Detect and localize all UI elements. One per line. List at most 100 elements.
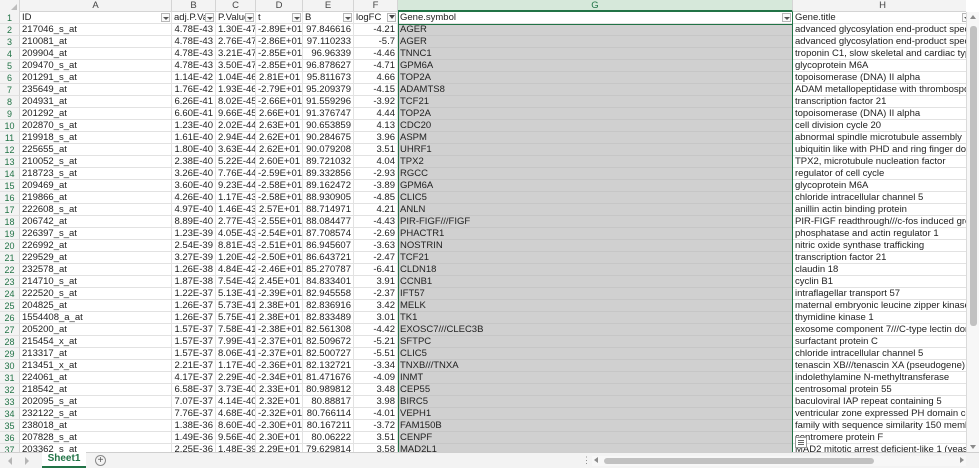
- cell-b[interactable]: 1.26E-37: [172, 300, 216, 312]
- cell-g[interactable]: UHRF1: [398, 144, 793, 156]
- cell-d[interactable]: -2.32E+01: [256, 408, 303, 420]
- cell-h[interactable]: regulator of cell cycle: [793, 168, 966, 180]
- cell-c[interactable]: 1.17E-40: [216, 360, 256, 372]
- cell-g[interactable]: NOSTRIN: [398, 240, 793, 252]
- cell-e[interactable]: 86.945607: [303, 240, 354, 252]
- cell-b[interactable]: 3.60E-40: [172, 180, 216, 192]
- row-number[interactable]: 22: [0, 264, 20, 276]
- cell-c[interactable]: 7.99E-41: [216, 336, 256, 348]
- cell-a[interactable]: 226992_at: [20, 240, 172, 252]
- cell-a[interactable]: 217046_s_at: [20, 24, 172, 36]
- cell-b[interactable]: 1.76E-42: [172, 84, 216, 96]
- cell-h[interactable]: anillin actin binding protein: [793, 204, 966, 216]
- cell-d[interactable]: -2.50E+01: [256, 252, 303, 264]
- cell-h[interactable]: glycoprotein M6A: [793, 60, 966, 72]
- cell-f[interactable]: -5.51: [354, 348, 398, 360]
- cell-f[interactable]: -3.92: [354, 96, 398, 108]
- row-number[interactable]: 26: [0, 312, 20, 324]
- cell-c[interactable]: 3.73E-40: [216, 384, 256, 396]
- cell-b[interactable]: 1.57E-37: [172, 348, 216, 360]
- cell-b[interactable]: 1.61E-40: [172, 132, 216, 144]
- cell-f[interactable]: 3.48: [354, 384, 398, 396]
- cell-g[interactable]: CENPF: [398, 432, 793, 444]
- row-number[interactable]: 30: [0, 360, 20, 372]
- cell-g[interactable]: VEPH1: [398, 408, 793, 420]
- cell-d[interactable]: 2.45E+01: [256, 276, 303, 288]
- cell-f[interactable]: -2.69: [354, 228, 398, 240]
- cell-a[interactable]: 222520_s_at: [20, 288, 172, 300]
- cell-b[interactable]: 4.78E-43: [172, 36, 216, 48]
- cell-f[interactable]: 3.42: [354, 300, 398, 312]
- cell-b[interactable]: 2.38E-40: [172, 156, 216, 168]
- cell-f[interactable]: -4.46: [354, 48, 398, 60]
- cell-f[interactable]: 3.91: [354, 276, 398, 288]
- cell-e[interactable]: 87.708574: [303, 228, 354, 240]
- cell-c[interactable]: 9.56E-40: [216, 432, 256, 444]
- cell-d[interactable]: -2.38E+01: [256, 324, 303, 336]
- next-sheet-icon[interactable]: [22, 456, 32, 466]
- row-number[interactable]: 12: [0, 144, 20, 156]
- cell-g[interactable]: ADAMTS8: [398, 84, 793, 96]
- row-number[interactable]: 25: [0, 300, 20, 312]
- scroll-down-icon[interactable]: [970, 445, 976, 449]
- cell-a[interactable]: 210081_at: [20, 36, 172, 48]
- cell-a[interactable]: 213317_at: [20, 348, 172, 360]
- cell-f[interactable]: 3.01: [354, 312, 398, 324]
- cell-g[interactable]: RGCC: [398, 168, 793, 180]
- cell-a[interactable]: 222608_s_at: [20, 204, 172, 216]
- cell-c[interactable]: 4.68E-40: [216, 408, 256, 420]
- cell-e[interactable]: 96.878627: [303, 60, 354, 72]
- cell-d[interactable]: 2.38E+01: [256, 312, 303, 324]
- cell-b[interactable]: 1.23E-39: [172, 228, 216, 240]
- cell-g[interactable]: CCNB1: [398, 276, 793, 288]
- cell-f[interactable]: -3.34: [354, 360, 398, 372]
- cell-h[interactable]: glycoprotein M6A: [793, 180, 966, 192]
- row-number[interactable]: 24: [0, 288, 20, 300]
- row-number[interactable]: 15: [0, 180, 20, 192]
- cell-g[interactable]: FAM150B: [398, 420, 793, 432]
- cell-e[interactable]: 95.811673: [303, 72, 354, 84]
- cell-g[interactable]: AGER: [398, 36, 793, 48]
- cell-h[interactable]: troponin C1, slow skeletal and cardiac t…: [793, 48, 966, 60]
- row-number[interactable]: 21: [0, 252, 20, 264]
- cell-h[interactable]: tenascin XB///tenascin XA (pseudogene): [793, 360, 966, 372]
- row-number[interactable]: 9: [0, 108, 20, 120]
- cell-h[interactable]: maternal embryonic leucine zipper kinase: [793, 300, 966, 312]
- cell-e[interactable]: 82.500727: [303, 348, 354, 360]
- cell-f[interactable]: 4.04: [354, 156, 398, 168]
- select-all-button[interactable]: [0, 0, 20, 12]
- cell-a[interactable]: 209904_at: [20, 48, 172, 60]
- header-cell-f[interactable]: logFC: [354, 12, 398, 24]
- cell-f[interactable]: 3.51: [354, 144, 398, 156]
- cell-a[interactable]: 218542_at: [20, 384, 172, 396]
- tab-splitter-icon[interactable]: ⋮: [582, 455, 591, 466]
- row-number[interactable]: 17: [0, 204, 20, 216]
- cell-c[interactable]: 2.77E-43: [216, 216, 256, 228]
- cell-e[interactable]: 80.06222: [303, 432, 354, 444]
- row-number[interactable]: 27: [0, 324, 20, 336]
- horizontal-scrollbar[interactable]: [592, 456, 966, 466]
- filter-dropdown-icon[interactable]: [205, 13, 214, 22]
- cell-a[interactable]: 232578_at: [20, 264, 172, 276]
- cell-a[interactable]: 218723_s_at: [20, 168, 172, 180]
- cell-a[interactable]: 207828_s_at: [20, 432, 172, 444]
- column-header-a[interactable]: A: [20, 0, 172, 12]
- cell-e[interactable]: 80.766114: [303, 408, 354, 420]
- cell-f[interactable]: -3.89: [354, 180, 398, 192]
- cell-g[interactable]: PIR-FIGF///FIGF: [398, 216, 793, 228]
- cell-a[interactable]: 209469_at: [20, 180, 172, 192]
- column-header-b[interactable]: B: [172, 0, 216, 12]
- quick-analysis-icon[interactable]: [795, 437, 807, 448]
- header-cell-h[interactable]: Gene.title: [793, 12, 966, 24]
- header-cell-e[interactable]: B: [303, 12, 354, 24]
- cell-d[interactable]: -2.55E+01: [256, 216, 303, 228]
- cell-a[interactable]: 232122_s_at: [20, 408, 172, 420]
- cell-e[interactable]: 82.833489: [303, 312, 354, 324]
- column-header-d[interactable]: D: [256, 0, 303, 12]
- cell-e[interactable]: 91.559296: [303, 96, 354, 108]
- cell-f[interactable]: -3.63: [354, 240, 398, 252]
- sheet-tab-sheet1[interactable]: Sheet1: [42, 452, 86, 468]
- cell-d[interactable]: -2.37E+01: [256, 336, 303, 348]
- vertical-scroll-thumb[interactable]: [970, 26, 977, 326]
- row-number[interactable]: 29: [0, 348, 20, 360]
